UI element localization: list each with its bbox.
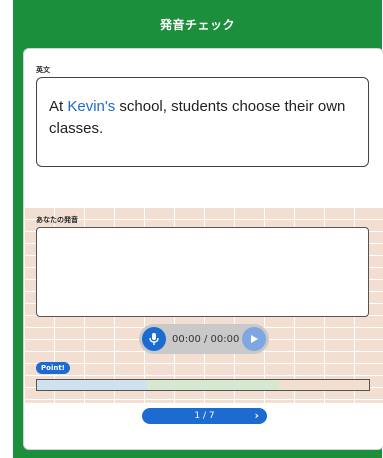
page-indicator: 1 / 7: [194, 411, 215, 421]
pronunciation-label: あなたの発音: [36, 216, 78, 224]
content-panel: 英文 At Kevin's school, students choose th…: [23, 48, 383, 450]
playback-time: 00:00 / 00:00: [172, 333, 240, 345]
english-label: 英文: [36, 66, 50, 74]
play-icon[interactable]: [242, 327, 266, 351]
score-segment-3: [279, 380, 369, 390]
app-header: 発音チェック: [13, 0, 382, 48]
point-badge[interactable]: Point!: [36, 362, 70, 374]
english-sentence-box: At Kevin's school, students choose their…: [36, 77, 369, 167]
score-segment-2: [146, 380, 280, 390]
score-bar: [36, 379, 370, 391]
microphone-icon[interactable]: [142, 327, 166, 351]
audio-player: 00:00 / 00:00: [139, 324, 269, 354]
pagination-button[interactable]: 1 / 7 ›: [142, 408, 267, 424]
sentence-name: Kevin's: [67, 98, 116, 115]
pronunciation-box: [36, 227, 369, 317]
score-segment-1: [37, 380, 147, 390]
page-title: 発音チェック: [159, 17, 235, 32]
chevron-right-icon[interactable]: ›: [254, 409, 259, 422]
sentence-prefix: At: [49, 98, 68, 115]
